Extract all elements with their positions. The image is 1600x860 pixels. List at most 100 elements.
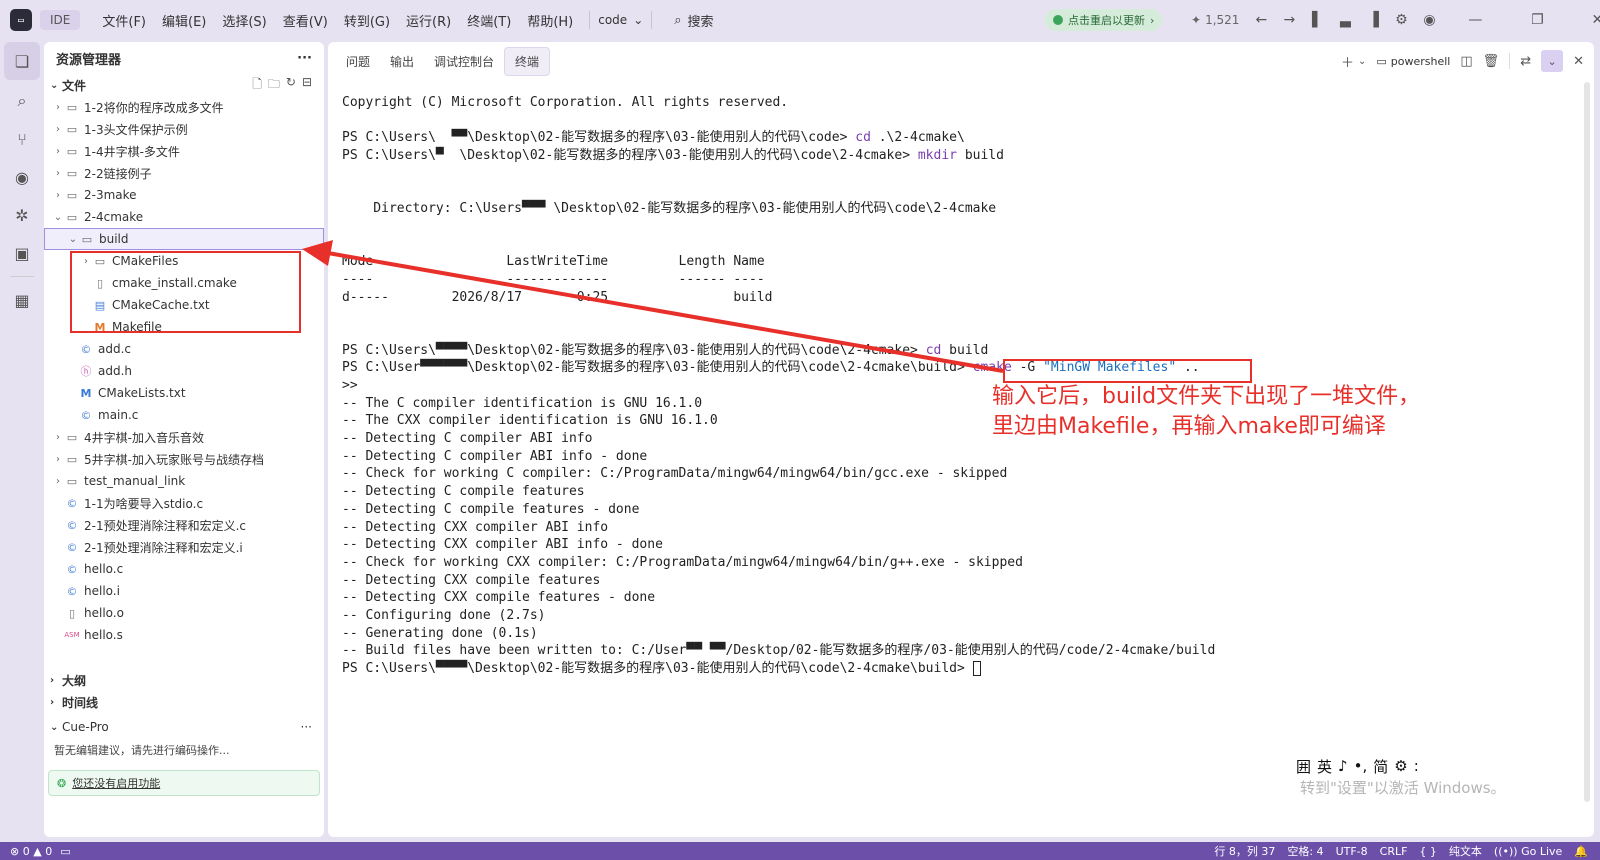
notifications-icon[interactable]: 🔔 bbox=[1574, 845, 1588, 858]
terminal-command: mkdir bbox=[917, 148, 957, 164]
tree-file[interactable]: © main.c bbox=[44, 404, 324, 426]
toggle-panel-icon[interactable]: ▃ bbox=[1331, 0, 1359, 40]
ime-item[interactable]: 英 bbox=[1317, 756, 1332, 777]
tree-folder[interactable]: › ▭ 4井字棋-加入音乐音效 bbox=[44, 426, 324, 448]
menu-item[interactable]: 文件(F) bbox=[94, 11, 154, 30]
settings-gear-icon[interactable]: ⚙ bbox=[1387, 0, 1415, 40]
preview-eye-icon[interactable]: ◉ bbox=[0, 158, 44, 196]
tree-file[interactable]: © hello.i bbox=[44, 580, 324, 602]
cue-pro-section[interactable]: ⌄ Cue-Pro ··· bbox=[44, 716, 324, 738]
problems-indicator[interactable]: ⊗ 0 ▲ 0 bbox=[10, 845, 52, 858]
tree-file[interactable]: M CMakeLists.txt bbox=[44, 382, 324, 404]
ime-item[interactable]: ♪ bbox=[1338, 757, 1348, 775]
close-icon[interactable]: ✕ bbox=[1567, 0, 1600, 40]
indentation[interactable]: 空格: 4 bbox=[1287, 843, 1323, 859]
cursor-position[interactable]: 行 8，列 37 bbox=[1214, 843, 1275, 859]
ports-count[interactable]: ✦ 1,521 bbox=[1183, 13, 1247, 27]
workspace-dropdown[interactable]: code ⌄ bbox=[598, 13, 643, 27]
close-panel-icon[interactable]: ✕ bbox=[1573, 54, 1584, 69]
files-section-header[interactable]: ⌄ 文件 🗋 🗀 ↻ ⊟ bbox=[44, 74, 324, 96]
menu-item[interactable]: 帮助(H) bbox=[519, 11, 581, 30]
ime-item[interactable]: •, bbox=[1354, 757, 1368, 775]
panel-tab[interactable]: 输出 bbox=[380, 48, 424, 75]
more-actions-icon[interactable]: ··· bbox=[301, 720, 324, 734]
terminal-line: PS C:\Users\▀ \Desktop\02-能写数据多的程序\03-能使… bbox=[342, 147, 1572, 165]
search-button[interactable]: ⌕ 搜索 bbox=[674, 11, 713, 30]
source-control-icon[interactable]: ⑂ bbox=[0, 120, 44, 158]
minimize-icon[interactable]: — bbox=[1443, 0, 1507, 40]
language-braces[interactable]: { } bbox=[1419, 845, 1437, 858]
chevron-down-icon[interactable]: ⌄ bbox=[1358, 56, 1366, 67]
tree-file[interactable]: © 1-1为啥要导入stdio.c bbox=[44, 492, 324, 514]
go-live-button[interactable]: ((•)) Go Live bbox=[1494, 845, 1562, 858]
tree-folder[interactable]: › ▭ 2-3make bbox=[44, 184, 324, 206]
panel-tab[interactable]: 问题 bbox=[336, 48, 380, 75]
menu-item[interactable]: 编辑(E) bbox=[154, 11, 214, 30]
ime-item[interactable]: 简 bbox=[1373, 756, 1388, 777]
remote-icon[interactable]: ▣ bbox=[0, 234, 44, 272]
menu-item[interactable]: 查看(V) bbox=[275, 11, 336, 30]
restore-icon[interactable]: ❐ bbox=[1507, 0, 1567, 40]
collapse-all-icon[interactable]: ⊟ bbox=[302, 75, 312, 96]
ports-icon[interactable]: ▭ bbox=[60, 845, 70, 858]
ime-item[interactable]: 囲 bbox=[1296, 756, 1311, 777]
tree-folder[interactable]: › ▭ 1-3头文件保护示例 bbox=[44, 118, 324, 140]
more-actions-icon[interactable]: ··· bbox=[297, 51, 312, 66]
terminal-output[interactable]: Copyright (C) Microsoft Corporation. All… bbox=[342, 94, 1572, 794]
maximize-panel-button[interactable]: ⌄ bbox=[1541, 50, 1564, 72]
tree-file[interactable]: © add.c bbox=[44, 338, 324, 360]
toggle-secondary-sidebar-icon[interactable]: ▐ bbox=[1359, 0, 1387, 40]
tree-folder[interactable]: ⌄ ▭ 2-4cmake bbox=[44, 206, 324, 228]
panel-tab[interactable]: 终端 bbox=[504, 46, 551, 76]
tree-file[interactable]: ASM hello.s bbox=[44, 624, 324, 646]
account-icon[interactable]: ◉ bbox=[1415, 0, 1443, 40]
language-mode[interactable]: 纯文本 bbox=[1449, 843, 1482, 859]
new-terminal-icon[interactable]: ＋ bbox=[1341, 52, 1354, 71]
ime-toolbar[interactable]: 囲英 ♪ •, 简 ⚙: bbox=[1290, 754, 1425, 778]
scrollbar[interactable] bbox=[1584, 82, 1590, 802]
ide-label[interactable]: IDE bbox=[40, 10, 81, 30]
new-folder-icon[interactable]: 🗀 bbox=[268, 75, 280, 96]
cfile-icon: © bbox=[80, 342, 92, 356]
menu-item[interactable]: 运行(R) bbox=[398, 11, 459, 30]
new-file-icon[interactable]: 🗋 bbox=[252, 75, 262, 96]
tree-folder[interactable]: ⌄ ▭ build bbox=[44, 228, 324, 250]
tree-file[interactable]: ▯ hello.o bbox=[44, 602, 324, 624]
app-logo-icon[interactable]: ▭ bbox=[10, 9, 32, 31]
explorer-icon[interactable]: ❏ bbox=[4, 42, 40, 80]
trash-icon[interactable]: 🗑 bbox=[1483, 54, 1500, 69]
menu-item[interactable]: 转到(G) bbox=[336, 11, 398, 30]
timeline-section[interactable]: › 时间线 bbox=[44, 691, 324, 713]
split-terminal-icon[interactable]: ◫ bbox=[1460, 54, 1472, 69]
search-files-icon[interactable]: ⌕ bbox=[0, 82, 44, 120]
tree-folder[interactable]: › ▭ 5井字棋-加入玩家账号与战绩存档 bbox=[44, 448, 324, 470]
tree-folder[interactable]: › ▭ 1-2将你的程序改成多文件 bbox=[44, 96, 324, 118]
extensions-icon[interactable]: ▦ bbox=[0, 281, 44, 319]
tree-file[interactable]: © hello.c bbox=[44, 558, 324, 580]
line-ending[interactable]: CRLF bbox=[1380, 845, 1408, 858]
shell-selector[interactable]: ▭ powershell bbox=[1376, 55, 1450, 68]
back-arrow-icon[interactable]: ← bbox=[1247, 0, 1275, 40]
panel-settings-icon[interactable]: ⇄ bbox=[1520, 54, 1531, 69]
tree-folder[interactable]: › ▭ test_manual_link bbox=[44, 470, 324, 492]
tree-file[interactable]: © 2-1预处理消除注释和宏定义.c bbox=[44, 514, 324, 536]
explorer-title: 资源管理器 bbox=[56, 52, 122, 68]
tree-file[interactable]: © 2-1预处理消除注释和宏定义.i bbox=[44, 536, 324, 558]
ime-item[interactable]: ⚙ bbox=[1394, 757, 1407, 775]
menu-item[interactable]: 选择(S) bbox=[214, 11, 274, 30]
outline-section[interactable]: › 大纲 bbox=[44, 669, 324, 691]
toggle-sidebar-icon[interactable]: ▌ bbox=[1303, 0, 1331, 40]
tree-folder[interactable]: › ▭ 2-2链接例子 bbox=[44, 162, 324, 184]
forward-arrow-icon[interactable]: → bbox=[1275, 0, 1303, 40]
encoding[interactable]: UTF-8 bbox=[1336, 845, 1368, 858]
refresh-icon[interactable]: ↻ bbox=[286, 75, 296, 96]
status-bar: ⊗ 0 ▲ 0 ▭ 行 8，列 37 空格: 4 UTF-8 CRLF { } … bbox=[0, 842, 1600, 860]
cue-enable-link[interactable]: ❂ 您还没有启用功能 bbox=[48, 770, 320, 796]
menu-item[interactable]: 终端(T) bbox=[459, 11, 519, 30]
debug-icon[interactable]: ✲ bbox=[0, 196, 44, 234]
ime-item[interactable]: : bbox=[1414, 757, 1419, 775]
panel-tab[interactable]: 调试控制台 bbox=[424, 48, 504, 75]
tree-folder[interactable]: › ▭ 1-4井字棋-多文件 bbox=[44, 140, 324, 162]
tree-file[interactable]: ⓗ add.h bbox=[44, 360, 324, 382]
restart-update-button[interactable]: 点击重启以更新 › bbox=[1045, 9, 1163, 31]
